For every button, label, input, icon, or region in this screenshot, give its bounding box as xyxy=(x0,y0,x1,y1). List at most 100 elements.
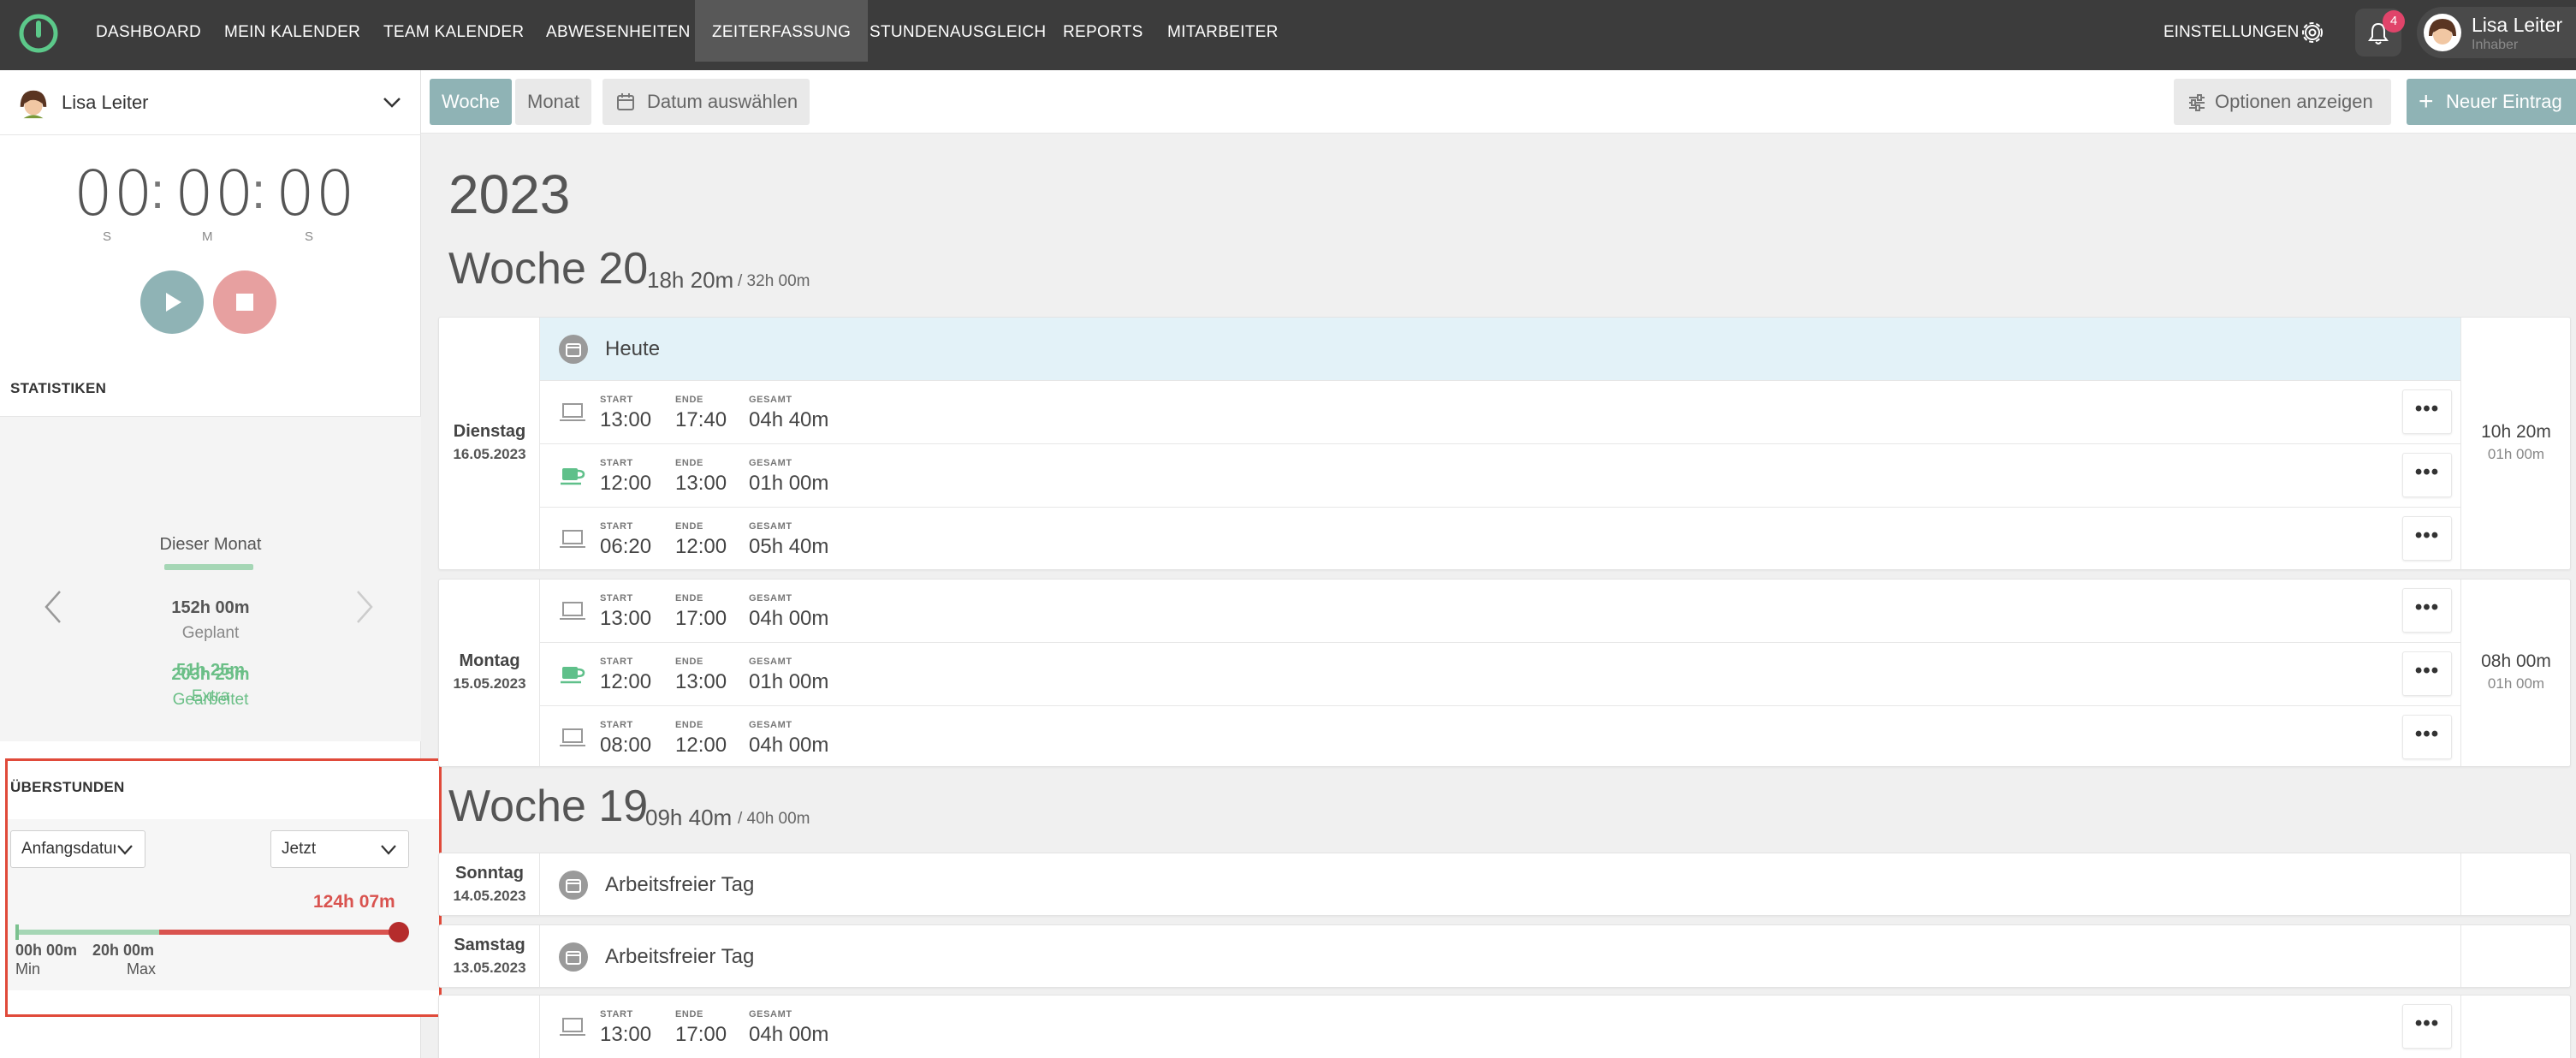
timer-minutes: 00 xyxy=(175,158,255,229)
entry-start: 06:20 xyxy=(600,535,652,558)
overtime-min-value: 00h 00m xyxy=(15,942,78,959)
entry-total: 04h 00m xyxy=(749,734,829,757)
day-card: START ENDE GESAMT 13:00 17:00 04h 00m ••… xyxy=(438,995,2571,1058)
nav-reports[interactable]: REPORTS xyxy=(1046,0,1160,62)
overtime-panel xyxy=(5,758,442,1017)
time-entry[interactable]: START ENDE GESAMT 13:00 17:00 04h 00m ••… xyxy=(540,580,2460,643)
start-timer-button[interactable] xyxy=(140,270,204,334)
show-options-button[interactable]: Optionen anzeigen xyxy=(2174,79,2391,125)
day-date: 14.05.2023 xyxy=(453,888,526,904)
entry-more-button[interactable]: ••• xyxy=(2402,453,2452,497)
overtime-title: ÜBERSTUNDEN xyxy=(10,779,125,795)
overtime-min-label: Min xyxy=(15,960,41,978)
entry-end: 17:00 xyxy=(675,1023,727,1046)
time-entry[interactable]: START ENDE GESAMT 12:00 13:00 01h 00m ••… xyxy=(540,444,2460,508)
overtime-to-select[interactable]: Jetzt xyxy=(270,830,409,868)
settings-link[interactable]: EINSTELLUNGEN xyxy=(2163,0,2299,65)
nav-mitarbeiter[interactable]: MITARBEITER xyxy=(1150,0,1296,62)
day-column xyxy=(439,996,540,1058)
entry-end: 13:00 xyxy=(675,670,727,693)
entry-more-button[interactable]: ••• xyxy=(2402,1004,2452,1049)
timer-display: 00 : 00 : 00 xyxy=(0,158,421,229)
chevron-down-icon xyxy=(381,845,396,855)
more-icon: ••• xyxy=(2414,722,2440,746)
app-logo-icon[interactable] xyxy=(17,12,60,55)
entry-start: 12:00 xyxy=(600,472,652,495)
calendar-icon xyxy=(559,871,588,900)
day-name: Montag xyxy=(459,651,520,670)
week-view-button[interactable]: Woche xyxy=(430,79,513,125)
week-heading: Woche 19 xyxy=(448,782,649,831)
day-summary xyxy=(2460,853,2570,915)
show-options-label: Optionen anzeigen xyxy=(2215,91,2373,112)
overtime-from-value: Anfangsdatum xyxy=(21,840,127,858)
selected-user-name: Lisa Leiter xyxy=(62,92,149,113)
time-entry[interactable]: START ENDE GESAMT 08:00 12:00 04h 00m ••… xyxy=(540,706,2460,770)
day-break: 01h 00m xyxy=(2487,446,2545,462)
stop-timer-button[interactable] xyxy=(213,270,276,334)
month-view-button[interactable]: Monat xyxy=(515,79,592,125)
free-day-label: Arbeitsfreier Tag xyxy=(605,873,755,896)
entry-total: 04h 40m xyxy=(749,408,829,431)
total-label: GESAMT xyxy=(749,395,792,405)
overtime-slider-knob[interactable] xyxy=(389,922,409,942)
overtime-value: 124h 07m xyxy=(313,892,395,912)
end-label: ENDE xyxy=(675,657,703,667)
day-column: Sonntag 14.05.2023 xyxy=(439,853,540,915)
time-entry[interactable]: START ENDE GESAMT 13:00 17:00 04h 00m ••… xyxy=(540,996,2460,1058)
free-day-row: Arbeitsfreier Tag xyxy=(540,925,2460,987)
notification-count-badge: 4 xyxy=(2383,10,2405,33)
chevron-down-icon xyxy=(116,843,134,857)
day-date: 16.05.2023 xyxy=(453,446,526,462)
overtime-from-select[interactable]: Anfangsdatum xyxy=(10,830,145,868)
entry-more-button[interactable]: ••• xyxy=(2402,389,2452,434)
end-label: ENDE xyxy=(675,458,703,468)
nav-mein-kalender[interactable]: MEIN KALENDER xyxy=(207,0,377,62)
user-selector[interactable]: Lisa Leiter xyxy=(0,70,421,135)
time-entry[interactable]: START ENDE GESAMT 06:20 12:00 05h 40m ••… xyxy=(540,508,2460,571)
gear-icon[interactable] xyxy=(2299,19,2326,46)
new-entry-label: Neuer Eintrag xyxy=(2446,91,2562,112)
date-picker-button[interactable]: Datum auswählen xyxy=(602,79,810,125)
laptop-icon xyxy=(560,602,585,620)
time-entry[interactable]: START ENDE GESAMT 13:00 17:40 04h 40m ••… xyxy=(540,381,2460,444)
nav-zeiterfassung[interactable]: ZEITERFASSUNG xyxy=(695,0,869,62)
day-total: 10h 20m xyxy=(2481,422,2551,442)
day-summary: 10h 20m 01h 00m xyxy=(2460,318,2570,569)
entry-start: 08:00 xyxy=(600,734,652,757)
end-label: ENDE xyxy=(675,720,703,730)
nav-dashboard[interactable]: DASHBOARD xyxy=(79,0,218,62)
calendar-icon xyxy=(559,942,588,972)
total-label: GESAMT xyxy=(749,593,792,603)
nav-stundenausgleich[interactable]: STUNDENAUSGLEICH xyxy=(852,0,1063,62)
entry-more-button[interactable]: ••• xyxy=(2402,651,2452,696)
day-card: Samstag 13.05.2023 Arbeitsfreier Tag xyxy=(438,924,2571,988)
week-target: / 40h 00m xyxy=(738,810,810,828)
total-label: GESAMT xyxy=(749,458,792,468)
laptop-icon xyxy=(560,530,585,548)
new-entry-button[interactable]: + Neuer Eintrag xyxy=(2407,79,2576,125)
entry-end: 12:00 xyxy=(675,734,727,757)
entry-more-button[interactable]: ••• xyxy=(2402,516,2452,561)
entry-total: 01h 00m xyxy=(749,472,829,495)
extra-value: 51h 25m xyxy=(175,661,246,680)
time-entry[interactable]: START ENDE GESAMT 12:00 13:00 01h 00m ••… xyxy=(540,643,2460,706)
entry-total: 04h 00m xyxy=(749,607,829,630)
nav-team-kalender[interactable]: TEAM KALENDER xyxy=(366,0,541,62)
avatar xyxy=(2424,14,2461,51)
day-summary: 08h 00m 01h 00m xyxy=(2460,580,2570,766)
coffee-icon xyxy=(561,667,585,684)
end-label: ENDE xyxy=(675,593,703,603)
overtime-max-value: 20h 00m xyxy=(92,942,155,959)
user-menu[interactable]: Lisa Leiter Inhaber xyxy=(2417,7,2576,58)
day-name: Sonntag xyxy=(455,864,524,883)
date-picker-label: Datum auswählen xyxy=(647,91,798,112)
entry-more-button[interactable]: ••• xyxy=(2402,588,2452,633)
entry-end: 17:40 xyxy=(675,408,727,431)
entry-more-button[interactable]: ••• xyxy=(2402,715,2452,759)
nav-abwesenheiten[interactable]: ABWESENHEITEN xyxy=(529,0,708,62)
laptop-icon xyxy=(560,1018,585,1036)
extra-label: Extra xyxy=(191,687,230,705)
more-icon: ••• xyxy=(2414,659,2440,682)
end-label: ENDE xyxy=(675,395,703,405)
